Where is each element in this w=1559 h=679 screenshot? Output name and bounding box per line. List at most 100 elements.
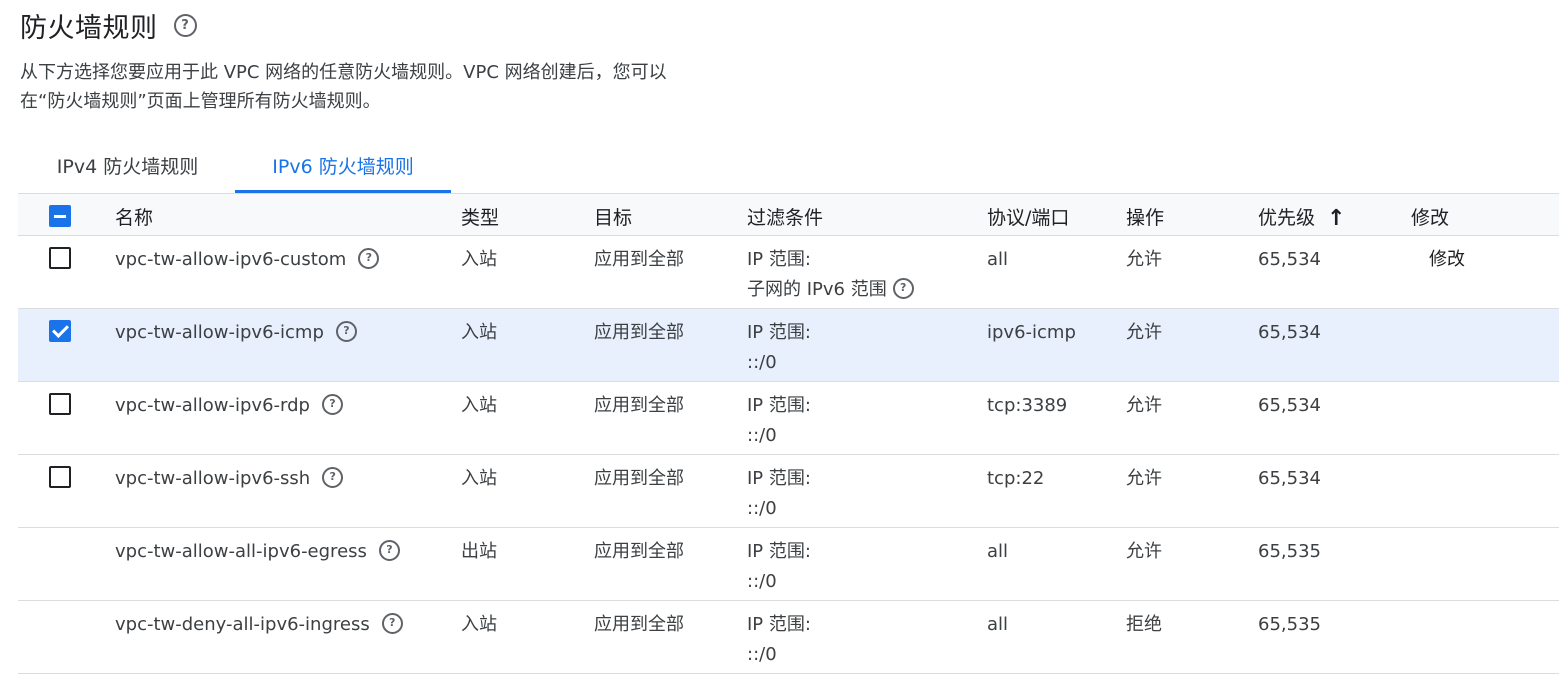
rule-type: 入站 — [461, 395, 497, 416]
page-title: 防火墙规则 — [20, 13, 158, 44]
table-row: vpc-tw-allow-ipv6-ssh? 入站 应用到全部 IP 范围: :… — [18, 455, 1559, 528]
description-line: 在“防火墙规则”页面上管理所有防火墙规则。 — [20, 91, 381, 112]
rule-type: 入站 — [461, 322, 497, 343]
rule-filter: IP 范围: ::/0 — [747, 318, 811, 378]
tab-ipv4-firewall-rules[interactable]: IPv4 防火墙规则 — [20, 138, 235, 193]
help-icon[interactable]: ? — [378, 539, 400, 561]
arrow-up-icon: ↑ — [1327, 206, 1346, 231]
rule-name: vpc-tw-deny-all-ipv6-ingress? — [115, 610, 403, 640]
rule-priority: 65,534 — [1258, 249, 1321, 270]
filter-label: IP 范围: — [747, 468, 811, 489]
rule-name: vpc-tw-allow-ipv6-icmp? — [115, 318, 357, 348]
rule-action: 允许 — [1126, 541, 1162, 562]
filter-value: ::/0 — [747, 425, 777, 446]
row-checkbox[interactable] — [49, 320, 71, 342]
rule-target: 应用到全部 — [594, 249, 684, 270]
rule-name-text: vpc-tw-allow-all-ipv6-egress — [115, 541, 367, 562]
rule-target: 应用到全部 — [594, 395, 684, 416]
help-icon[interactable]: ? — [358, 247, 380, 269]
rule-protocol: all — [987, 541, 1009, 562]
column-header-type: 类型 — [461, 207, 500, 229]
firewall-rules-table: 名称 类型 目标 过滤条件 协议/端口 操作 优先级 ↑ 修改 vpc-tw-al… — [18, 193, 1559, 674]
rule-action: 允许 — [1126, 395, 1162, 416]
rule-filter: IP 范围: ::/0 — [747, 610, 811, 670]
rule-name-text: vpc-tw-allow-ipv6-ssh — [115, 468, 311, 489]
rule-protocol: tcp:3389 — [987, 395, 1068, 416]
help-icon[interactable]: ? — [381, 612, 403, 634]
filter-value: ::/0 — [747, 644, 777, 665]
column-header-filter: 过滤条件 — [747, 207, 824, 229]
filter-label: IP 范围: — [747, 322, 811, 343]
filter-value: ::/0 — [747, 571, 777, 592]
rule-protocol: all — [987, 249, 1009, 270]
row-checkbox[interactable] — [49, 393, 71, 415]
rule-type: 入站 — [461, 468, 497, 489]
rule-target: 应用到全部 — [594, 322, 684, 343]
table-header: 名称 类型 目标 过滤条件 协议/端口 操作 优先级 ↑ 修改 — [18, 193, 1559, 236]
column-header-target: 目标 — [594, 207, 633, 229]
rule-name-text: vpc-tw-allow-ipv6-custom — [115, 249, 347, 270]
rule-action: 拒绝 — [1126, 614, 1162, 635]
rule-name-text: vpc-tw-allow-ipv6-rdp — [115, 395, 310, 416]
rule-protocol: ipv6-icmp — [987, 322, 1076, 343]
column-header-name: 名称 — [115, 207, 154, 229]
help-icon[interactable]: ? — [322, 466, 344, 488]
rule-name: vpc-tw-allow-ipv6-ssh? — [115, 464, 344, 494]
filter-value: 子网的 IPv6 范围 — [747, 279, 887, 300]
table-row: vpc-tw-allow-ipv6-rdp? 入站 应用到全部 IP 范围: :… — [18, 382, 1559, 455]
filter-value-wrap: 子网的 IPv6 范围? — [747, 275, 914, 305]
rule-priority: 65,534 — [1258, 468, 1321, 489]
help-icon[interactable]: ? — [335, 320, 357, 342]
column-header-edit: 修改 — [1411, 207, 1450, 229]
rule-priority: 65,535 — [1258, 614, 1321, 635]
rule-name: vpc-tw-allow-ipv6-rdp? — [115, 391, 343, 421]
rule-name: vpc-tw-allow-all-ipv6-egress? — [115, 537, 400, 567]
priority-header-label: 优先级 — [1258, 207, 1316, 229]
rule-protocol: tcp:22 — [987, 468, 1045, 489]
title-row: 防火墙规则 ? — [20, 6, 197, 45]
firewall-rules-page: 防火墙规则 ? 从下方选择您要应用于此 VPC 网络的任意防火墙规则。VPC 网… — [0, 0, 1559, 679]
rule-filter: IP 范围: ::/0 — [747, 391, 811, 451]
filter-value: ::/0 — [747, 498, 777, 519]
table-row: vpc-tw-allow-ipv6-icmp? 入站 应用到全部 IP 范围: … — [18, 309, 1559, 382]
filter-label: IP 范围: — [747, 249, 811, 270]
column-header-priority[interactable]: 优先级 ↑ — [1258, 203, 1346, 231]
rule-type: 入站 — [461, 614, 497, 635]
filter-label: IP 范围: — [747, 541, 811, 562]
filter-label: IP 范围: — [747, 395, 811, 416]
column-header-protocol: 协议/端口 — [987, 207, 1070, 229]
rule-filter: IP 范围: 子网的 IPv6 范围? — [747, 245, 914, 305]
column-header-action: 操作 — [1126, 207, 1165, 229]
select-all-checkbox[interactable] — [49, 205, 71, 227]
tab-bar: IPv4 防火墙规则 IPv6 防火墙规则 — [20, 138, 451, 193]
rule-type: 入站 — [461, 249, 497, 270]
table-row: vpc-tw-allow-ipv6-custom? 入站 应用到全部 IP 范围… — [18, 236, 1559, 309]
rule-action: 允许 — [1126, 249, 1162, 270]
page-description: 从下方选择您要应用于此 VPC 网络的任意防火墙规则。VPC 网络创建后，您可以… — [20, 58, 800, 116]
rule-priority: 65,534 — [1258, 395, 1321, 416]
row-checkbox[interactable] — [49, 466, 71, 488]
filter-value: ::/0 — [747, 352, 777, 373]
rule-priority: 65,534 — [1258, 322, 1321, 343]
table-row: vpc-tw-deny-all-ipv6-ingress? 入站 应用到全部 I… — [18, 601, 1559, 674]
description-line: 从下方选择您要应用于此 VPC 网络的任意防火墙规则。VPC 网络创建后，您可以 — [20, 62, 667, 83]
help-icon[interactable]: ? — [892, 277, 914, 299]
rule-target: 应用到全部 — [594, 468, 684, 489]
rule-name: vpc-tw-allow-ipv6-custom? — [115, 245, 380, 275]
rule-target: 应用到全部 — [594, 614, 684, 635]
rule-name-text: vpc-tw-deny-all-ipv6-ingress — [115, 614, 370, 635]
rule-action: 允许 — [1126, 322, 1162, 343]
rule-type: 出站 — [461, 541, 497, 562]
edit-rule-button[interactable]: 修改 — [1429, 245, 1465, 275]
help-icon[interactable]: ? — [173, 14, 197, 37]
filter-label: IP 范围: — [747, 614, 811, 635]
rule-priority: 65,535 — [1258, 541, 1321, 562]
rule-filter: IP 范围: ::/0 — [747, 464, 811, 524]
row-checkbox[interactable] — [49, 247, 71, 269]
rule-filter: IP 范围: ::/0 — [747, 537, 811, 597]
rule-protocol: all — [987, 614, 1009, 635]
tab-ipv6-firewall-rules[interactable]: IPv6 防火墙规则 — [235, 138, 451, 193]
table-row: vpc-tw-allow-all-ipv6-egress? 出站 应用到全部 I… — [18, 528, 1559, 601]
help-icon[interactable]: ? — [321, 393, 343, 415]
rule-target: 应用到全部 — [594, 541, 684, 562]
